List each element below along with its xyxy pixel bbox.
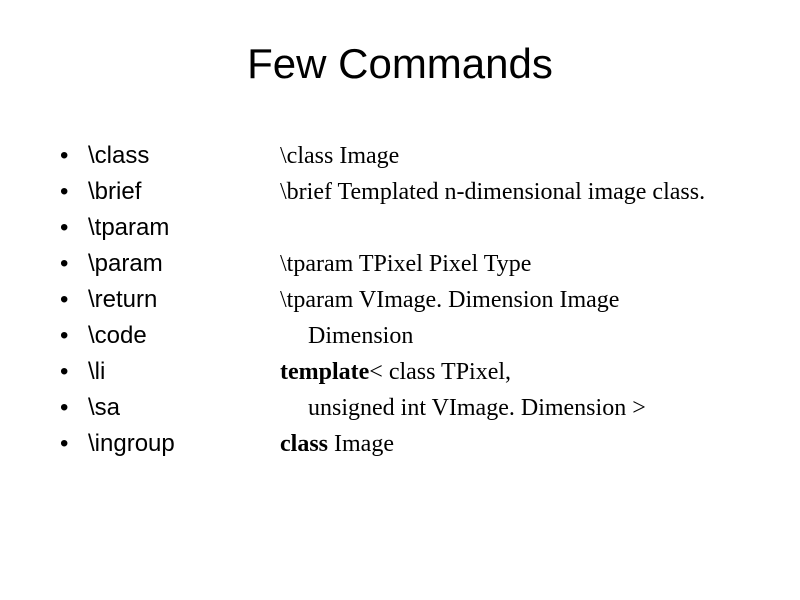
content-area: \class \brief \tparam \param \return \co… — [40, 128, 760, 462]
class-name: Image — [334, 431, 394, 457]
example-line: \class Image — [280, 138, 760, 174]
slide: Few Commands \class \brief \tparam \para… — [0, 0, 800, 600]
list-item: \ingroup — [60, 426, 270, 462]
example-line: \brief Templated n-dimensional image cla… — [280, 174, 760, 210]
example-line: template< class TPixel, — [280, 354, 760, 390]
keyword-template: template — [280, 359, 369, 385]
template-params: < class TPixel, — [369, 359, 511, 385]
list-item: \sa — [60, 390, 270, 426]
spacer — [280, 210, 760, 246]
keyword-class: class — [280, 431, 334, 457]
list-item: \brief — [60, 174, 270, 210]
list-item: \li — [60, 354, 270, 390]
example-line: \tparam VImage. Dimension Image — [280, 282, 760, 318]
slide-title: Few Commands — [40, 40, 760, 88]
example-column: \class Image \brief Templated n-dimensio… — [270, 138, 760, 462]
list-item: \tparam — [60, 210, 270, 246]
example-line: \tparam TPixel Pixel Type — [280, 246, 760, 282]
example-line-indent: unsigned int VImage. Dimension > — [280, 390, 760, 426]
example-line-indent: Dimension — [280, 318, 760, 354]
list-item: \class — [60, 138, 270, 174]
list-item: \param — [60, 246, 270, 282]
list-item: \return — [60, 282, 270, 318]
list-item: \code — [60, 318, 270, 354]
commands-column: \class \brief \tparam \param \return \co… — [40, 138, 270, 462]
example-line: class Image — [280, 426, 760, 462]
command-list: \class \brief \tparam \param \return \co… — [60, 138, 270, 462]
